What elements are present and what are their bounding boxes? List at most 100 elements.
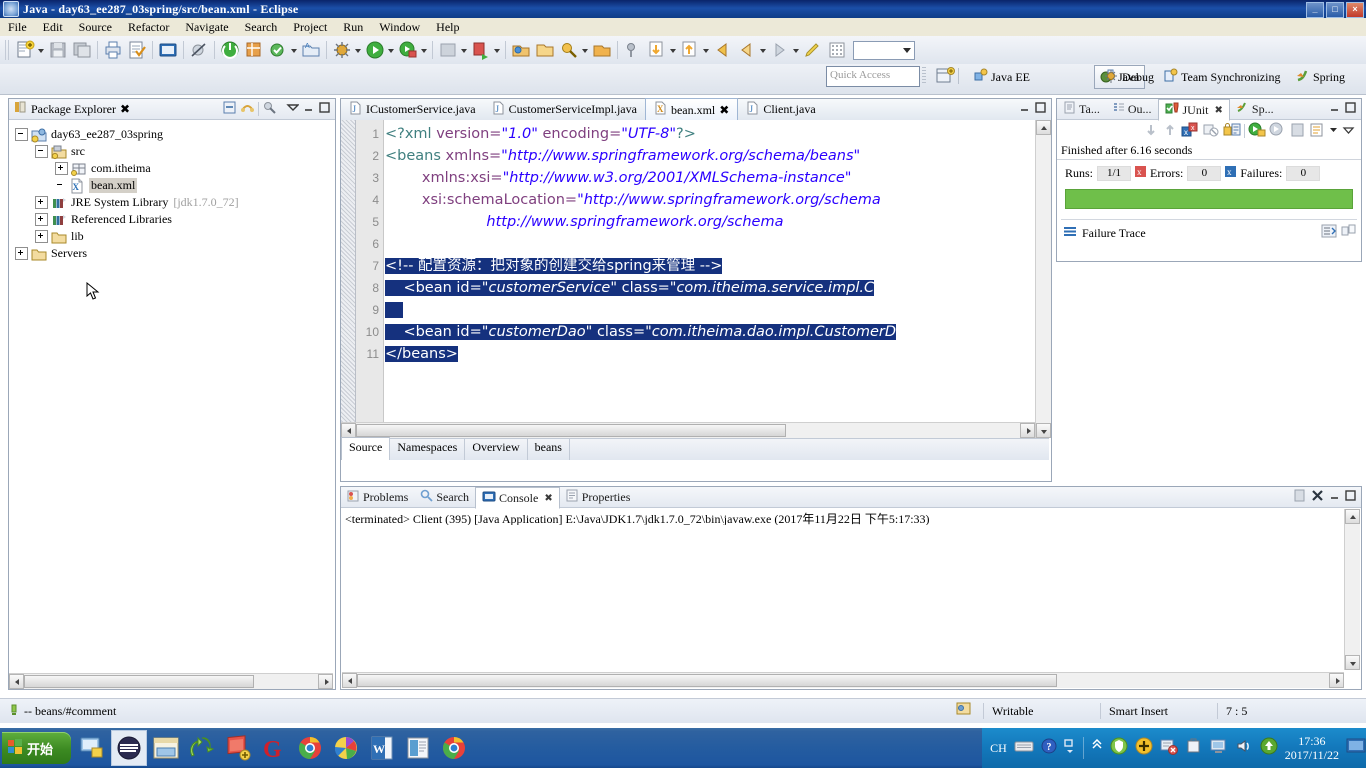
menu-item-search[interactable]: Search bbox=[237, 19, 286, 36]
editor-tab-customerserviceimpl[interactable]: J CustomerServiceImpl.java bbox=[484, 98, 645, 121]
help-icon[interactable]: ? bbox=[1041, 738, 1057, 758]
menu-item-navigate[interactable]: Navigate bbox=[177, 19, 236, 36]
editor-bottom-tab-namespaces[interactable]: Namespaces bbox=[390, 438, 466, 460]
code-line[interactable]: </beans> bbox=[385, 343, 1035, 365]
ime-indicator[interactable]: CH bbox=[990, 741, 1007, 756]
code-line[interactable]: <bean id="customerService" class="com.it… bbox=[385, 277, 1035, 299]
close-icon[interactable]: ✖ bbox=[719, 103, 729, 118]
junit-toolbar[interactable]: xx bbox=[1057, 120, 1361, 142]
menu-item-file[interactable]: File bbox=[0, 19, 35, 36]
expander-icon[interactable] bbox=[35, 196, 48, 209]
prev-annotation-icon[interactable] bbox=[679, 39, 701, 61]
search-ref-icon[interactable] bbox=[558, 39, 580, 61]
search-dropdown-icon[interactable] bbox=[581, 39, 590, 61]
view-menu-icon[interactable] bbox=[286, 101, 300, 118]
run-icon[interactable] bbox=[364, 39, 386, 61]
minimize-panel-icon[interactable] bbox=[1328, 101, 1341, 118]
tree-row-package[interactable]: com.itheima bbox=[15, 160, 335, 177]
scroll-left-icon[interactable] bbox=[9, 674, 24, 689]
code-text-area[interactable]: <?xml version="1.0" encoding="UTF-8"?> <b… bbox=[385, 120, 1035, 441]
maximize-console-icon[interactable] bbox=[1344, 489, 1357, 506]
rerun-test-icon[interactable] bbox=[1248, 122, 1266, 141]
editor-vscrollbar[interactable] bbox=[1035, 120, 1051, 438]
print-icon[interactable] bbox=[102, 39, 124, 61]
minimize-button[interactable]: _ bbox=[1306, 2, 1324, 18]
close-icon[interactable]: ✖ bbox=[1215, 105, 1223, 116]
tab-console[interactable]: Console ✖ bbox=[475, 487, 560, 509]
minimize-panel-icon[interactable] bbox=[302, 101, 315, 118]
package-explorer-tab[interactable]: Package Explorer ✖ bbox=[9, 99, 130, 119]
view-menu-list-icon[interactable] bbox=[1309, 122, 1325, 141]
next-annotation-dropdown-icon[interactable] bbox=[669, 39, 678, 61]
taskbar[interactable]: 开始 G W CH ? 17:36 2017/11/22 bbox=[0, 728, 1366, 768]
editor-bottom-tabs[interactable]: Source Namespaces Overview beans bbox=[341, 437, 1049, 460]
highlight-icon[interactable] bbox=[802, 39, 824, 61]
code-line[interactable]: <bean id="customerDao" class="com.itheim… bbox=[385, 321, 1035, 343]
editor-tools[interactable] bbox=[1018, 101, 1051, 118]
close-icon[interactable]: ✖ bbox=[544, 493, 552, 504]
new-class-icon[interactable] bbox=[267, 39, 289, 61]
next-failure-icon[interactable] bbox=[1143, 122, 1159, 141]
open-resource-icon[interactable] bbox=[534, 39, 556, 61]
maximize-editor-icon[interactable] bbox=[1034, 101, 1047, 118]
perspective-grip[interactable] bbox=[922, 67, 926, 83]
system-tray[interactable]: CH ? 17:36 2017/11/22 bbox=[982, 728, 1366, 768]
console-open-icon[interactable] bbox=[157, 39, 179, 61]
menu-item-source[interactable]: Source bbox=[71, 19, 120, 36]
code-line[interactable]: <?xml version="1.0" encoding="UTF-8"?> bbox=[385, 123, 1035, 145]
editor-tabbar[interactable]: J ICustomerService.java J CustomerServic… bbox=[341, 97, 1051, 122]
scroll-down-icon[interactable] bbox=[1036, 423, 1051, 438]
editor-bottom-tab-overview[interactable]: Overview bbox=[465, 438, 528, 460]
coverage-dropdown-icon[interactable] bbox=[460, 39, 469, 61]
scroll-up-icon[interactable] bbox=[1036, 120, 1051, 135]
tab-problems[interactable]: Problems bbox=[341, 487, 414, 507]
tab-search[interactable]: Search bbox=[414, 487, 475, 507]
clear-console-icon[interactable] bbox=[1292, 488, 1307, 507]
monitor-icon[interactable] bbox=[1210, 737, 1228, 759]
run-external-dropdown-icon[interactable] bbox=[420, 39, 429, 61]
package-explorer-tools[interactable] bbox=[222, 100, 335, 119]
tree-row-servers[interactable]: Servers bbox=[15, 245, 335, 262]
code-line[interactable] bbox=[385, 233, 1035, 255]
code-line[interactable]: http://www.springframework.org/schema bbox=[385, 211, 1035, 233]
recycle-icon[interactable] bbox=[185, 731, 219, 765]
maximize-panel-icon[interactable] bbox=[318, 101, 331, 118]
prev-failure-icon[interactable] bbox=[1162, 122, 1178, 141]
code-line[interactable]: xmlns:xsi="http://www.w3.org/2001/XMLSch… bbox=[385, 167, 1035, 189]
computer-icon[interactable] bbox=[75, 731, 109, 765]
scroll-up-icon[interactable] bbox=[1345, 509, 1360, 524]
perspective-spring[interactable]: Spring bbox=[1290, 66, 1350, 88]
view-menu-filter-icon[interactable] bbox=[262, 100, 277, 119]
filter-stack-trace-icon[interactable] bbox=[1321, 224, 1337, 242]
scroll-thumb[interactable] bbox=[24, 675, 254, 688]
ime-options-icon[interactable] bbox=[1064, 738, 1076, 758]
open-package-icon[interactable] bbox=[510, 39, 532, 61]
open-type-icon[interactable]: A bbox=[300, 39, 322, 61]
code-line[interactable]: <!-- 配置资源：把对象的创建交给spring来管理 --> bbox=[385, 255, 1035, 277]
console-tools[interactable] bbox=[1292, 488, 1361, 507]
quick-access-input[interactable]: Quick Access bbox=[826, 66, 920, 87]
debug-icon[interactable] bbox=[331, 39, 353, 61]
expander-icon[interactable] bbox=[35, 213, 48, 226]
menu-bar[interactable]: File Edit Source Refactor Navigate Searc… bbox=[0, 18, 1366, 37]
scroll-down-icon[interactable] bbox=[1345, 655, 1360, 670]
forward-icon[interactable] bbox=[769, 39, 791, 61]
expander-icon[interactable] bbox=[15, 128, 28, 141]
update-icon[interactable] bbox=[1135, 737, 1153, 759]
tree-row-jre[interactable]: JRE System Library [jdk1.7.0_72] bbox=[15, 194, 335, 211]
menu-item-project[interactable]: Project bbox=[285, 19, 335, 36]
new-java-project-icon[interactable] bbox=[243, 39, 265, 61]
tree-row-src[interactable]: src bbox=[15, 143, 335, 160]
code-line[interactable]: <beans xmlns="http://www.springframework… bbox=[385, 145, 1035, 167]
quick-launch-bar[interactable]: G W bbox=[75, 730, 471, 766]
stop-icon[interactable] bbox=[1202, 122, 1220, 141]
tree-row-beanxml[interactable]: X bean.xml bbox=[15, 177, 335, 194]
junit-tabbar[interactable]: Ta... Ou... JUnit ✖ Sp... bbox=[1057, 99, 1361, 121]
start-button[interactable]: 开始 bbox=[2, 732, 71, 764]
color-icon[interactable] bbox=[329, 731, 363, 765]
show-desktop-icon[interactable] bbox=[1346, 737, 1366, 759]
next-annotation-icon[interactable] bbox=[646, 39, 668, 61]
skip-breakpoints-icon[interactable] bbox=[188, 39, 210, 61]
menu-item-edit[interactable]: Edit bbox=[35, 19, 71, 36]
panel-menu-icon[interactable] bbox=[1342, 123, 1355, 139]
